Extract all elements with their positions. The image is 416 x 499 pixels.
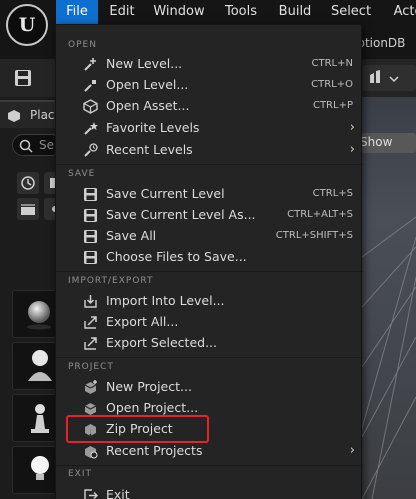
open-asset-icon — [83, 99, 98, 114]
open-project-icon — [84, 403, 97, 415]
menu-item-choose-files[interactable]: Choose Files to Save... — [56, 247, 363, 268]
recent-levels-label: Recent Levels — [106, 142, 193, 157]
export-selected-label: Export Selected... — [106, 335, 217, 350]
export-selected-icon — [84, 337, 97, 350]
clock-icon — [21, 176, 35, 190]
new-level-icon — [84, 58, 96, 71]
menu-item-export-selected[interactable]: Export Selected... — [56, 333, 363, 354]
choose-files-icon — [84, 251, 97, 264]
character-icon — [28, 350, 52, 381]
favorite-levels-label: Favorite Levels — [106, 120, 200, 135]
menu-item-exit[interactable]: Exit — [56, 485, 363, 499]
menubar: File Edit Window Tools Build Select Acto — [0, 0, 416, 24]
divider — [56, 357, 363, 358]
menu-item-save-current-level[interactable]: Save Current Level CTRL+S — [56, 184, 363, 205]
save-current-level-as-label: Save Current Level As... — [106, 207, 256, 222]
show-button[interactable]: Show — [360, 133, 416, 153]
section-save: SAVE — [68, 169, 96, 179]
import-into-level-label: Import Into Level... — [106, 293, 225, 308]
submenu-arrow-icon: › — [349, 120, 355, 135]
open-project-label: Open Project... — [106, 400, 199, 415]
editor-window: File Edit Window Tools Build Select Acto… — [0, 0, 416, 499]
pawn-icon — [31, 404, 49, 433]
new-project-label: New Project... — [106, 379, 192, 394]
save-as-icon — [84, 209, 97, 222]
lightbulb-icon — [31, 456, 49, 480]
choose-files-label: Choose Files to Save... — [106, 249, 247, 264]
menu-window[interactable]: Window — [149, 0, 209, 24]
section-import-export: IMPORT/EXPORT — [68, 276, 154, 286]
sphere-icon — [27, 301, 51, 330]
new-project-icon — [84, 380, 97, 394]
recent-projects-icon — [85, 446, 98, 459]
save-all-label: Save All — [106, 228, 157, 243]
menu-item-open-level[interactable]: Open Level... CTRL+O — [56, 75, 363, 96]
recent-projects-label: Recent Projects — [106, 443, 203, 458]
save-all-shortcut: CTRL+SHIFT+S — [275, 230, 353, 241]
divider — [56, 164, 363, 165]
menu-item-recent-levels[interactable]: Recent Levels › — [56, 140, 363, 161]
section-exit: EXIT — [68, 469, 93, 479]
menu-build[interactable]: Build — [273, 0, 317, 24]
import-icon — [84, 295, 97, 308]
cinematic-category-button[interactable] — [17, 198, 39, 220]
new-level-label: New Level... — [106, 56, 183, 71]
menu-actor[interactable]: Acto — [388, 0, 416, 24]
level-viewport[interactable] — [362, 97, 416, 499]
unreal-logo[interactable]: U — [6, 4, 48, 46]
exit-icon — [84, 489, 98, 499]
tab-place-label: Plac — [30, 108, 55, 122]
menu-item-favorite-levels[interactable]: Favorite Levels › — [56, 118, 363, 139]
open-level-shortcut: CTRL+O — [311, 79, 353, 90]
divider — [56, 271, 363, 272]
toolbar-right-controls[interactable] — [362, 65, 416, 91]
menu-item-open-asset[interactable]: Open Asset... CTRL+P — [56, 96, 363, 117]
open-asset-shortcut: CTRL+P — [312, 100, 353, 111]
search-placeholder: Se — [39, 138, 54, 152]
menu-item-save-current-level-as[interactable]: Save Current Level As... CTRL+ALT+S — [56, 205, 363, 226]
save-current-level-as-shortcut: CTRL+ALT+S — [287, 209, 353, 220]
submenu-arrow-icon: › — [349, 443, 355, 458]
save-all-icon — [84, 230, 97, 243]
export-all-icon — [84, 316, 97, 329]
save-icon[interactable] — [14, 69, 32, 87]
new-level-shortcut: CTRL+N — [311, 58, 353, 69]
exit-label: Exit — [106, 487, 130, 499]
menu-select[interactable]: Select — [326, 0, 376, 24]
menu-item-save-all[interactable]: Save All CTRL+SHIFT+S — [56, 226, 363, 247]
menu-item-import-into-level[interactable]: Import Into Level... — [56, 291, 363, 312]
menu-file[interactable]: File — [56, 0, 98, 24]
menu-item-recent-projects[interactable]: Recent Projects › — [56, 441, 363, 462]
favorite-levels-icon — [84, 122, 98, 135]
open-level-label: Open Level... — [106, 77, 189, 92]
search-icon — [19, 139, 33, 153]
menu-tools[interactable]: Tools — [217, 0, 265, 24]
save-current-level-shortcut: CTRL+S — [312, 188, 353, 199]
export-all-label: Export All... — [106, 314, 179, 329]
menu-item-export-all[interactable]: Export All... — [56, 312, 363, 333]
section-project: PROJECT — [68, 362, 114, 372]
open-asset-label: Open Asset... — [106, 98, 190, 113]
menu-item-new-project[interactable]: New Project... — [56, 377, 363, 398]
clapper-icon — [21, 204, 35, 215]
menu-item-new-level[interactable]: New Level... CTRL+N — [56, 54, 363, 75]
save-icon — [84, 188, 97, 201]
show-label: Show — [360, 135, 393, 149]
recent-levels-icon — [84, 143, 98, 157]
save-current-level-label: Save Current Level — [106, 186, 225, 201]
recent-category-button[interactable] — [17, 172, 39, 194]
logo-letter: U — [18, 14, 36, 36]
zip-project-highlight-box — [66, 415, 209, 443]
submenu-arrow-icon: › — [349, 142, 355, 157]
divider — [56, 465, 363, 466]
tab-place-actors[interactable]: Plac — [0, 100, 55, 128]
section-open: OPEN — [68, 40, 97, 50]
place-actors-icon — [8, 110, 20, 122]
viewport-floor-grid — [362, 216, 416, 499]
open-level-icon — [84, 80, 96, 92]
menu-edit[interactable]: Edit — [103, 0, 141, 24]
